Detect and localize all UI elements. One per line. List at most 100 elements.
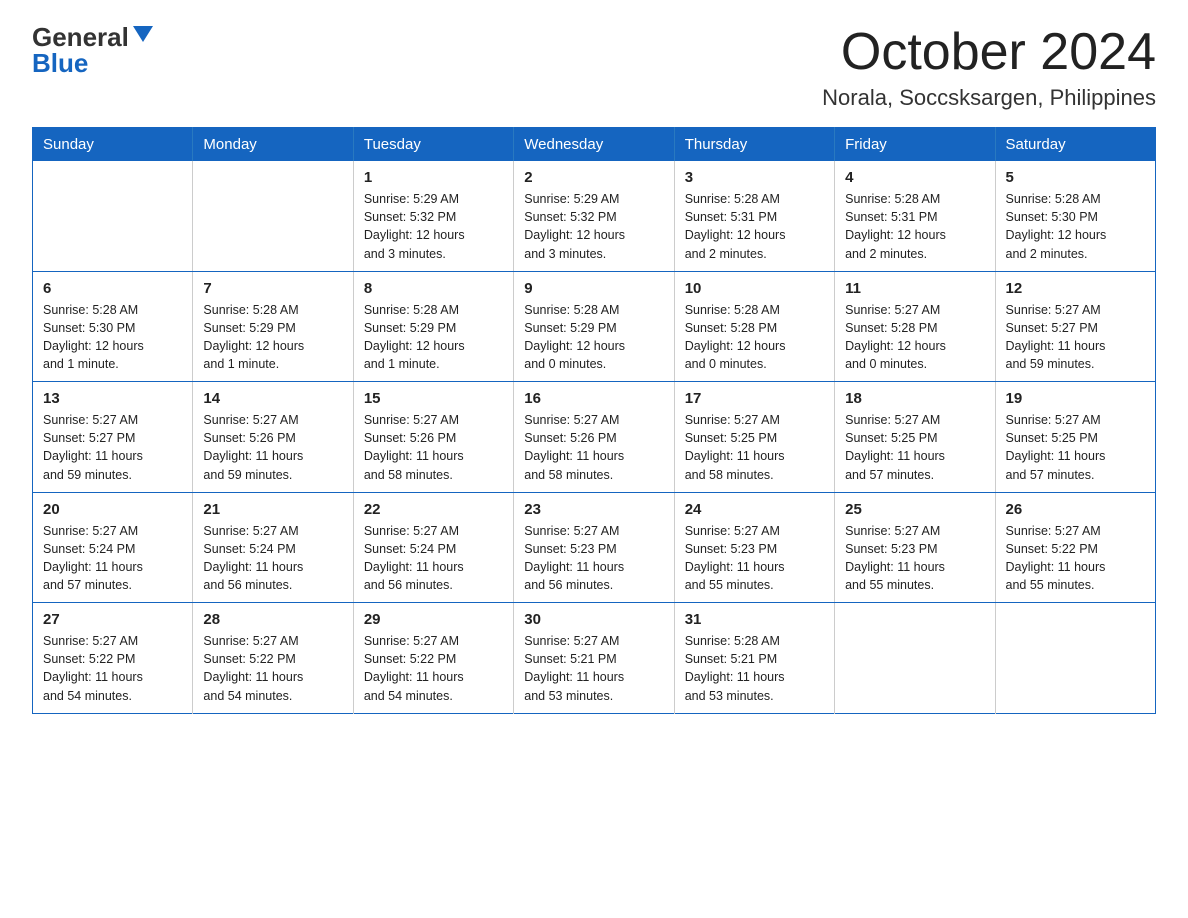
weekday-header-thursday: Thursday	[674, 128, 834, 162]
day-info: Sunrise: 5:27 AM Sunset: 5:22 PM Dayligh…	[203, 632, 342, 705]
day-number: 14	[203, 390, 342, 407]
day-cell: 24 Sunrise: 5:27 AM Sunset: 5:23 PM Dayli…	[674, 492, 834, 603]
day-cell	[835, 603, 995, 714]
day-info: Sunrise: 5:27 AM Sunset: 5:22 PM Dayligh…	[1006, 522, 1145, 595]
day-number: 5	[1006, 169, 1145, 186]
day-info: Sunrise: 5:27 AM Sunset: 5:23 PM Dayligh…	[685, 522, 824, 595]
day-number: 17	[685, 390, 824, 407]
day-info: Sunrise: 5:28 AM Sunset: 5:29 PM Dayligh…	[203, 301, 342, 374]
day-number: 6	[43, 280, 182, 297]
day-cell: 22 Sunrise: 5:27 AM Sunset: 5:24 PM Dayli…	[353, 492, 513, 603]
day-number: 24	[685, 501, 824, 518]
day-cell: 28 Sunrise: 5:27 AM Sunset: 5:22 PM Dayli…	[193, 603, 353, 714]
day-info: Sunrise: 5:27 AM Sunset: 5:27 PM Dayligh…	[43, 411, 182, 484]
weekday-header-row: SundayMondayTuesdayWednesdayThursdayFrid…	[33, 128, 1156, 162]
day-number: 19	[1006, 390, 1145, 407]
day-info: Sunrise: 5:27 AM Sunset: 5:21 PM Dayligh…	[524, 632, 663, 705]
day-cell	[995, 603, 1155, 714]
day-cell: 6 Sunrise: 5:28 AM Sunset: 5:30 PM Daylig…	[33, 271, 193, 382]
day-info: Sunrise: 5:27 AM Sunset: 5:27 PM Dayligh…	[1006, 301, 1145, 374]
day-cell: 31 Sunrise: 5:28 AM Sunset: 5:21 PM Dayli…	[674, 603, 834, 714]
day-info: Sunrise: 5:27 AM Sunset: 5:25 PM Dayligh…	[845, 411, 984, 484]
day-cell: 19 Sunrise: 5:27 AM Sunset: 5:25 PM Dayli…	[995, 382, 1155, 493]
day-number: 8	[364, 280, 503, 297]
weekday-header-wednesday: Wednesday	[514, 128, 674, 162]
day-cell: 13 Sunrise: 5:27 AM Sunset: 5:27 PM Dayli…	[33, 382, 193, 493]
day-number: 21	[203, 501, 342, 518]
day-cell: 3Sunrise: 5:28 AM Sunset: 5:31 PM Daylig…	[674, 161, 834, 271]
weekday-header-sunday: Sunday	[33, 128, 193, 162]
day-cell: 7 Sunrise: 5:28 AM Sunset: 5:29 PM Daylig…	[193, 271, 353, 382]
day-cell: 1 Sunrise: 5:29 AM Sunset: 5:32 PM Daylig…	[353, 161, 513, 271]
day-info: Sunrise: 5:27 AM Sunset: 5:22 PM Dayligh…	[43, 632, 182, 705]
day-number: 4	[845, 169, 984, 186]
day-info: Sunrise: 5:28 AM Sunset: 5:29 PM Dayligh…	[524, 301, 663, 374]
day-cell: 5 Sunrise: 5:28 AM Sunset: 5:30 PM Daylig…	[995, 161, 1155, 271]
day-cell: 2 Sunrise: 5:29 AM Sunset: 5:32 PM Daylig…	[514, 161, 674, 271]
day-info: Sunrise: 5:28 AM Sunset: 5:31 PM Dayligh…	[845, 190, 984, 263]
title-section: October 2024 Norala, Soccsksargen, Phili…	[822, 24, 1156, 111]
week-row-1: 1 Sunrise: 5:29 AM Sunset: 5:32 PM Daylig…	[33, 161, 1156, 271]
day-cell: 26 Sunrise: 5:27 AM Sunset: 5:22 PM Dayli…	[995, 492, 1155, 603]
day-info: Sunrise: 5:27 AM Sunset: 5:24 PM Dayligh…	[203, 522, 342, 595]
day-info: Sunrise: 5:29 AM Sunset: 5:32 PM Dayligh…	[524, 190, 663, 263]
day-number: 15	[364, 390, 503, 407]
location-title: Norala, Soccsksargen, Philippines	[822, 85, 1156, 111]
day-cell: 16 Sunrise: 5:27 AM Sunset: 5:26 PM Dayli…	[514, 382, 674, 493]
calendar-table: SundayMondayTuesdayWednesdayThursdayFrid…	[32, 127, 1156, 714]
day-cell	[33, 161, 193, 271]
day-number: 20	[43, 501, 182, 518]
day-number: 25	[845, 501, 984, 518]
day-number: 22	[364, 501, 503, 518]
day-number: 13	[43, 390, 182, 407]
day-number: 29	[364, 611, 503, 628]
day-cell: 20Sunrise: 5:27 AM Sunset: 5:24 PM Dayli…	[33, 492, 193, 603]
day-number: 27	[43, 611, 182, 628]
logo: General Blue	[32, 24, 153, 77]
day-number: 1	[364, 169, 503, 186]
logo-blue: Blue	[32, 48, 88, 78]
month-title: October 2024	[822, 24, 1156, 81]
day-number: 31	[685, 611, 824, 628]
weekday-header-friday: Friday	[835, 128, 995, 162]
day-number: 7	[203, 280, 342, 297]
day-cell: 9 Sunrise: 5:28 AM Sunset: 5:29 PM Daylig…	[514, 271, 674, 382]
weekday-header-saturday: Saturday	[995, 128, 1155, 162]
day-info: Sunrise: 5:28 AM Sunset: 5:30 PM Dayligh…	[1006, 190, 1145, 263]
day-number: 26	[1006, 501, 1145, 518]
day-info: Sunrise: 5:29 AM Sunset: 5:32 PM Dayligh…	[364, 190, 503, 263]
day-number: 23	[524, 501, 663, 518]
day-number: 16	[524, 390, 663, 407]
day-info: Sunrise: 5:27 AM Sunset: 5:24 PM Dayligh…	[364, 522, 503, 595]
day-number: 2	[524, 169, 663, 186]
day-info: Sunrise: 5:27 AM Sunset: 5:23 PM Dayligh…	[524, 522, 663, 595]
day-number: 18	[845, 390, 984, 407]
day-cell: 8 Sunrise: 5:28 AM Sunset: 5:29 PM Daylig…	[353, 271, 513, 382]
day-cell: 10Sunrise: 5:28 AM Sunset: 5:28 PM Dayli…	[674, 271, 834, 382]
day-cell: 11 Sunrise: 5:27 AM Sunset: 5:28 PM Dayli…	[835, 271, 995, 382]
page-header: General Blue October 2024 Norala, Soccsk…	[32, 24, 1156, 111]
day-cell: 17Sunrise: 5:27 AM Sunset: 5:25 PM Dayli…	[674, 382, 834, 493]
day-number: 9	[524, 280, 663, 297]
day-info: Sunrise: 5:27 AM Sunset: 5:23 PM Dayligh…	[845, 522, 984, 595]
day-info: Sunrise: 5:27 AM Sunset: 5:28 PM Dayligh…	[845, 301, 984, 374]
day-number: 3	[685, 169, 824, 186]
day-number: 28	[203, 611, 342, 628]
day-info: Sunrise: 5:27 AM Sunset: 5:26 PM Dayligh…	[524, 411, 663, 484]
day-cell	[193, 161, 353, 271]
day-cell: 29 Sunrise: 5:27 AM Sunset: 5:22 PM Dayli…	[353, 603, 513, 714]
day-info: Sunrise: 5:27 AM Sunset: 5:25 PM Dayligh…	[1006, 411, 1145, 484]
day-cell: 30 Sunrise: 5:27 AM Sunset: 5:21 PM Dayli…	[514, 603, 674, 714]
day-info: Sunrise: 5:28 AM Sunset: 5:30 PM Dayligh…	[43, 301, 182, 374]
day-number: 10	[685, 280, 824, 297]
day-number: 11	[845, 280, 984, 297]
weekday-header-tuesday: Tuesday	[353, 128, 513, 162]
day-number: 30	[524, 611, 663, 628]
day-info: Sunrise: 5:28 AM Sunset: 5:21 PM Dayligh…	[685, 632, 824, 705]
logo-general: General	[32, 24, 129, 50]
day-info: Sunrise: 5:27 AM Sunset: 5:22 PM Dayligh…	[364, 632, 503, 705]
day-cell: 23 Sunrise: 5:27 AM Sunset: 5:23 PM Dayli…	[514, 492, 674, 603]
day-cell: 12Sunrise: 5:27 AM Sunset: 5:27 PM Dayli…	[995, 271, 1155, 382]
day-info: Sunrise: 5:28 AM Sunset: 5:29 PM Dayligh…	[364, 301, 503, 374]
day-cell: 25 Sunrise: 5:27 AM Sunset: 5:23 PM Dayli…	[835, 492, 995, 603]
